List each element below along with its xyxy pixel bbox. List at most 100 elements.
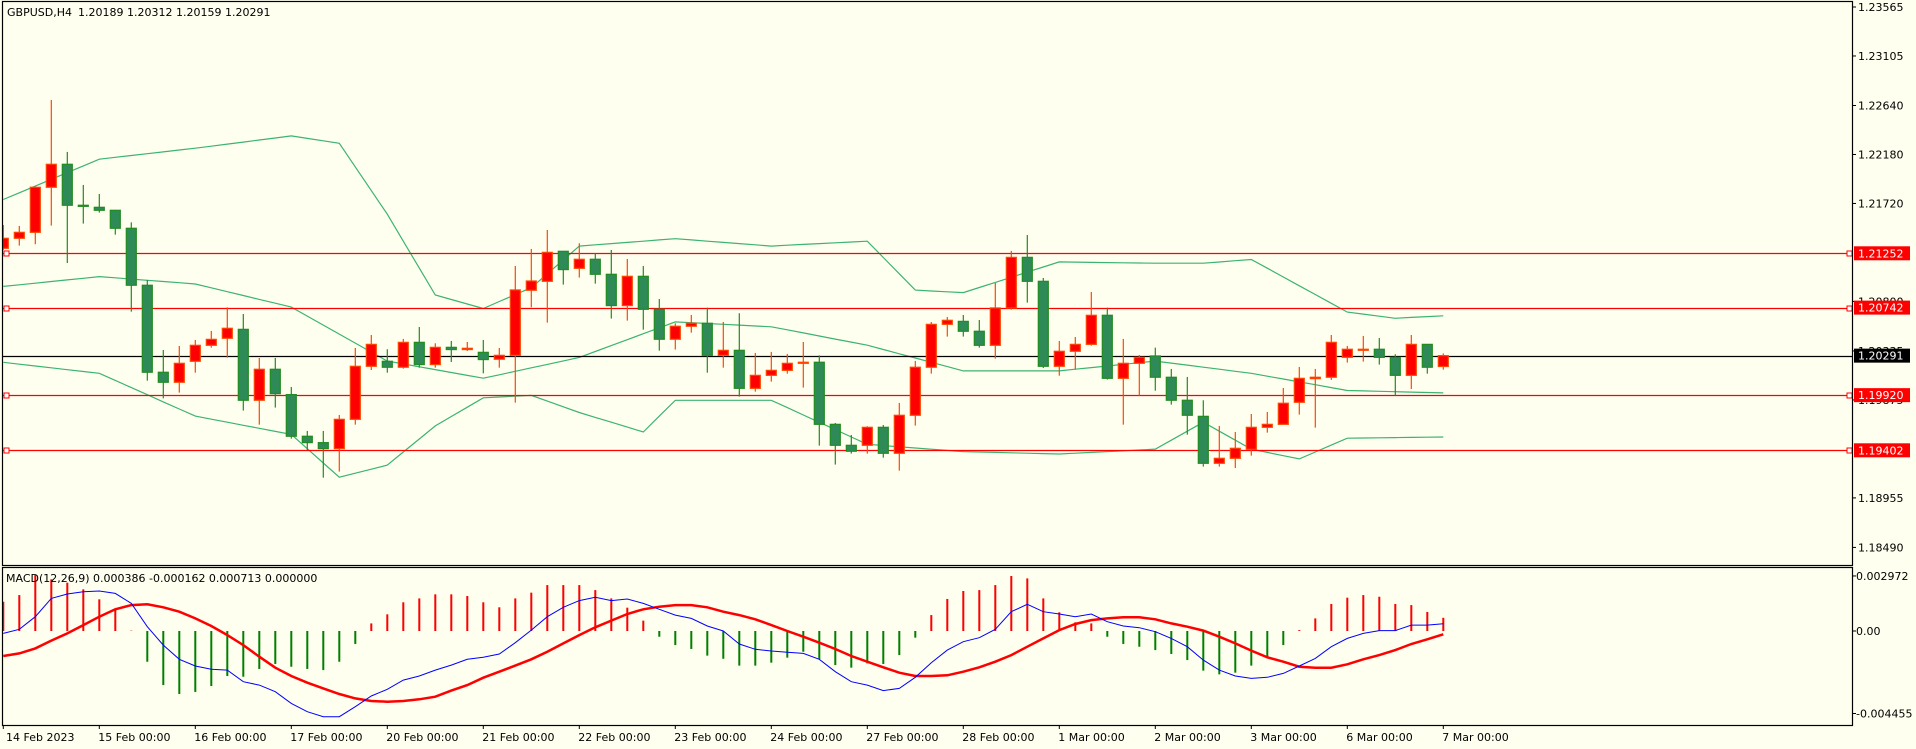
candle-body bbox=[877, 426, 889, 454]
macd-header-values: 0.000386 -0.000162 0.000713 0.000000 bbox=[93, 572, 317, 585]
candle-body bbox=[125, 227, 137, 286]
level-anchor-left[interactable] bbox=[3, 305, 10, 312]
candle-body bbox=[1021, 256, 1033, 282]
time-axis-label: 23 Feb 00:00 bbox=[674, 731, 746, 744]
candle-body bbox=[541, 251, 553, 282]
candle-body bbox=[733, 349, 745, 389]
candle-body bbox=[45, 163, 57, 188]
candle-body bbox=[685, 322, 697, 327]
candle-body bbox=[653, 308, 665, 340]
candle-body bbox=[285, 394, 297, 437]
candle[interactable] bbox=[285, 386, 297, 439]
time-axis-label: 6 Mar 00:00 bbox=[1346, 731, 1412, 744]
candle[interactable] bbox=[877, 424, 889, 458]
time-axis-label: 16 Feb 00:00 bbox=[194, 731, 266, 744]
bid-price-label: 1.20291 bbox=[1858, 350, 1904, 363]
level-price-label: 1.19402 bbox=[1858, 444, 1904, 457]
price-axis-label: 1.22180 bbox=[1858, 148, 1904, 161]
candle-body bbox=[493, 354, 505, 360]
time-axis-label: 3 Mar 00:00 bbox=[1250, 731, 1316, 744]
candle-body bbox=[701, 322, 713, 356]
level-price-label: 1.20742 bbox=[1858, 302, 1904, 315]
macd-header-label: MACD(12,26,9) bbox=[6, 572, 90, 585]
candle-body bbox=[1117, 362, 1129, 379]
macd-axis-label: -0.004455 bbox=[1856, 708, 1912, 721]
candle-body bbox=[317, 442, 329, 450]
candle-body bbox=[333, 418, 345, 450]
chart-header-ohlc: 1.20189 1.20312 1.20159 1.20291 bbox=[78, 6, 270, 19]
candle-body bbox=[1373, 348, 1385, 358]
candle-body bbox=[621, 275, 633, 307]
candle-body bbox=[781, 362, 793, 371]
level-anchor-left[interactable] bbox=[3, 447, 10, 454]
candle[interactable] bbox=[141, 279, 153, 381]
candle-body bbox=[269, 368, 281, 395]
candle-body bbox=[941, 319, 953, 325]
level-anchor-right[interactable] bbox=[1846, 305, 1853, 312]
candle-body bbox=[237, 328, 249, 401]
candle-body bbox=[637, 275, 649, 310]
candle-body bbox=[477, 351, 489, 361]
time-axis-label: 27 Feb 00:00 bbox=[866, 731, 938, 744]
trading-chart[interactable]: 1.235651.231051.226401.221801.217201.208… bbox=[0, 0, 1916, 749]
candle-body bbox=[605, 273, 617, 307]
candle-body bbox=[301, 435, 313, 444]
candle-body bbox=[29, 186, 41, 233]
level-anchor-right[interactable] bbox=[1846, 250, 1853, 257]
candle-body bbox=[1069, 343, 1081, 352]
candle-body bbox=[589, 258, 601, 275]
candle-body bbox=[413, 341, 425, 366]
price-axis-label: 1.22640 bbox=[1858, 99, 1904, 112]
candle[interactable] bbox=[429, 343, 441, 368]
candle-body bbox=[957, 320, 969, 332]
chart-header-symbol: GBPUSD,H4 bbox=[7, 6, 72, 19]
candle[interactable] bbox=[925, 321, 937, 374]
candle-body bbox=[1165, 376, 1177, 401]
candle-body bbox=[669, 325, 681, 340]
candle[interactable] bbox=[397, 338, 409, 369]
candle-body bbox=[749, 374, 761, 389]
candle-body bbox=[1277, 402, 1289, 425]
candle-body bbox=[381, 360, 393, 368]
time-axis-label: 15 Feb 00:00 bbox=[98, 731, 170, 744]
candle-body bbox=[1005, 256, 1017, 309]
level-anchor-right[interactable] bbox=[1846, 392, 1853, 399]
time-axis-label: 2 Mar 00:00 bbox=[1154, 731, 1220, 744]
candle-body bbox=[189, 344, 201, 362]
candle[interactable] bbox=[1101, 307, 1113, 380]
macd-axis-label: 0.00 bbox=[1856, 625, 1881, 638]
candle-body bbox=[813, 361, 825, 425]
candle-body bbox=[109, 209, 121, 229]
candle-body bbox=[221, 327, 233, 339]
price-axis-label: 1.18955 bbox=[1858, 492, 1904, 505]
candle-body bbox=[61, 163, 73, 206]
candle[interactable] bbox=[1037, 278, 1049, 368]
candle-body bbox=[717, 349, 729, 356]
candle[interactable] bbox=[1005, 250, 1017, 310]
candle-body bbox=[1245, 426, 1257, 450]
candle-body bbox=[829, 423, 841, 446]
candle-body bbox=[365, 343, 377, 367]
level-anchor-right[interactable] bbox=[1846, 447, 1853, 454]
candle-body bbox=[461, 347, 473, 351]
candle-body bbox=[445, 346, 457, 351]
macd-axis-label: 0.002972 bbox=[1856, 570, 1909, 583]
candle-body bbox=[1149, 355, 1161, 378]
candle-body bbox=[1085, 314, 1097, 345]
level-anchor-left[interactable] bbox=[3, 392, 10, 399]
level-anchor-left[interactable] bbox=[3, 250, 10, 257]
candle-body bbox=[765, 369, 777, 376]
price-axis-label: 1.18490 bbox=[1858, 541, 1904, 554]
candle-body bbox=[13, 231, 25, 239]
candle-body bbox=[77, 204, 89, 207]
candle-body bbox=[1101, 314, 1113, 379]
time-axis-label: 22 Feb 00:00 bbox=[578, 731, 650, 744]
candle-body bbox=[1053, 350, 1065, 367]
candle-body bbox=[797, 361, 809, 364]
candle-body bbox=[1325, 341, 1337, 378]
candle-body bbox=[1293, 377, 1305, 403]
candle-body bbox=[141, 284, 153, 373]
candle-body bbox=[557, 250, 569, 271]
price-axis-label: 1.23105 bbox=[1858, 50, 1904, 63]
candle-body bbox=[1421, 343, 1433, 368]
